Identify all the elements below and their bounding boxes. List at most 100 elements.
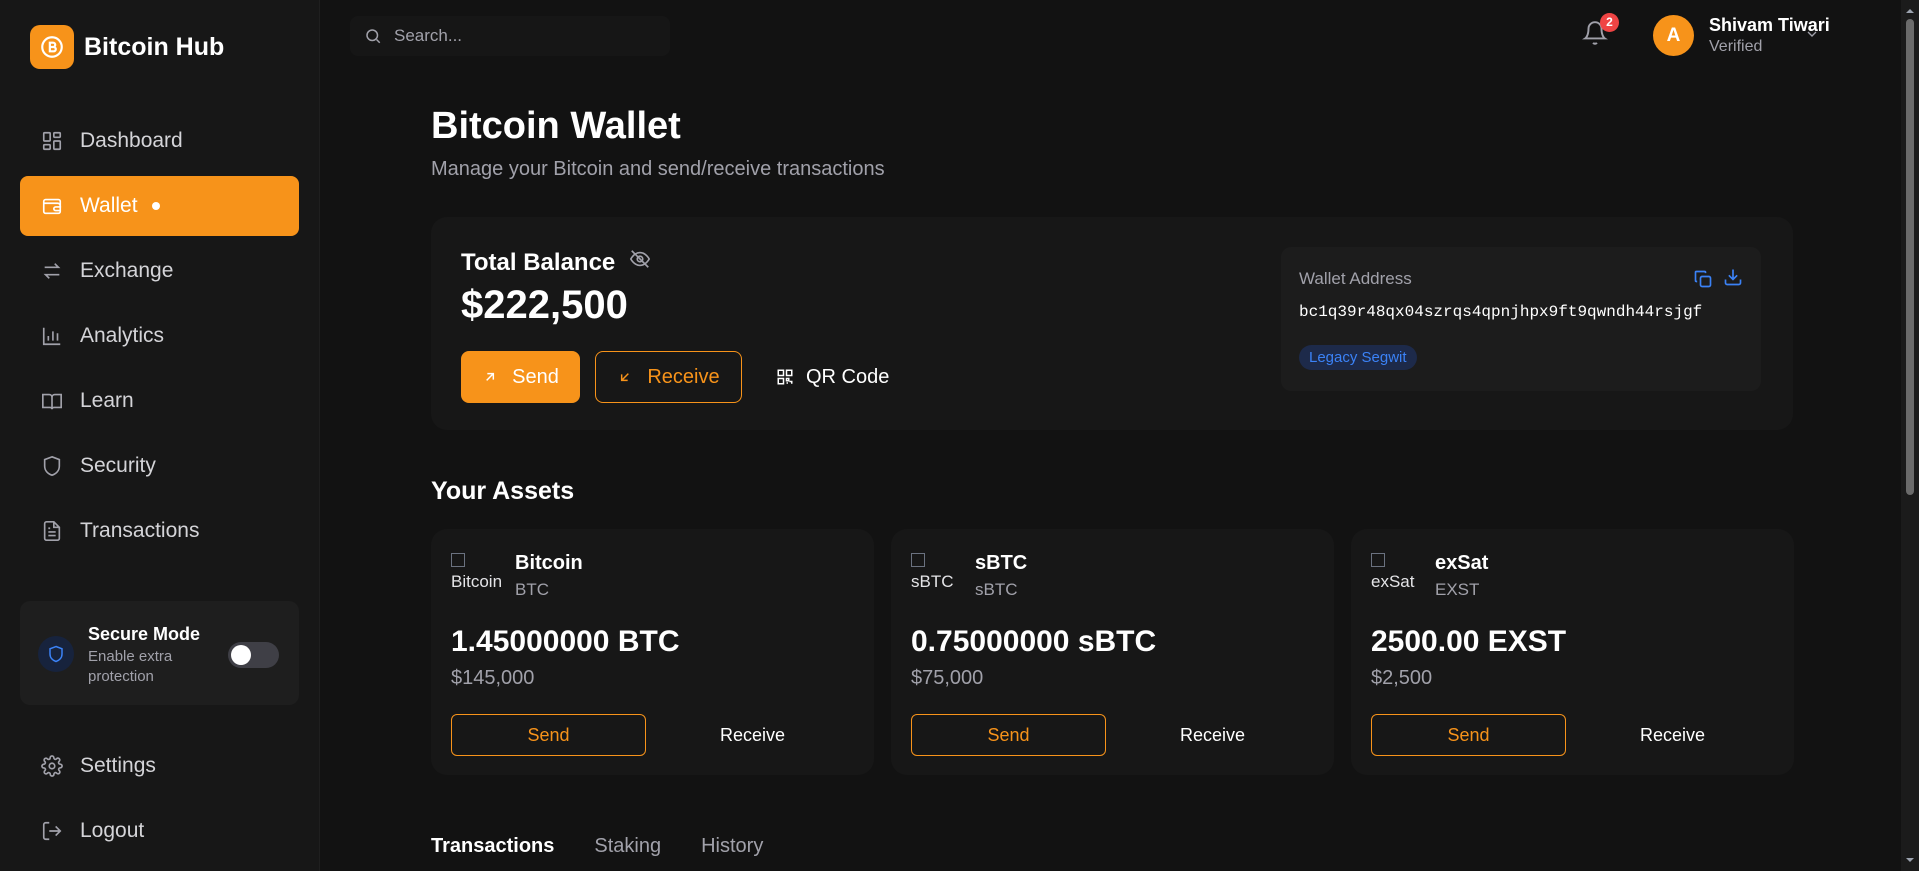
brand[interactable]: Bitcoin Hub bbox=[30, 25, 224, 69]
bar-chart-icon bbox=[40, 324, 64, 348]
book-icon bbox=[40, 389, 64, 413]
brand-name: Bitcoin Hub bbox=[84, 32, 225, 61]
balance-card: Total Balance $222,500 Send Receive QR C… bbox=[431, 217, 1793, 430]
sidebar-item-transactions[interactable]: Transactions bbox=[20, 501, 299, 561]
secure-mode-subtitle: Enable extra protection bbox=[88, 648, 173, 685]
asset-symbol: BTC bbox=[515, 580, 549, 599]
asset-send-button[interactable]: Send bbox=[451, 714, 646, 756]
asset-card-bitcoin: Bitcoin Bitcoin BTC 1.45000000 BTC $145,… bbox=[431, 529, 874, 775]
sidebar-item-analytics[interactable]: Analytics bbox=[20, 306, 299, 366]
asset-card-exsat: exSat exSat EXST 2500.00 EXST $2,500 Sen… bbox=[1351, 529, 1794, 775]
exsat-image-icon: exSat bbox=[1371, 552, 1421, 602]
sidebar-item-label: Settings bbox=[80, 754, 156, 777]
document-icon bbox=[40, 519, 64, 543]
bitcoin-logo-icon bbox=[30, 25, 74, 69]
asset-send-button[interactable]: Send bbox=[1371, 714, 1566, 756]
sidebar: Bitcoin Hub Dashboard Wallet Exchange An… bbox=[0, 0, 320, 871]
secure-mode-title: Secure Mode bbox=[88, 624, 201, 644]
address-type-badge: Legacy Segwit bbox=[1299, 345, 1417, 370]
arrow-up-right-icon bbox=[482, 369, 498, 385]
sidebar-item-security[interactable]: Security bbox=[20, 436, 299, 496]
tab-staking[interactable]: Staking bbox=[594, 835, 661, 858]
asset-amount: 2500.00 EXST bbox=[1371, 625, 1567, 658]
grid-icon bbox=[40, 129, 64, 153]
qr-code-button-label: QR Code bbox=[806, 365, 890, 388]
sidebar-item-label: Exchange bbox=[80, 259, 174, 282]
copy-icon[interactable] bbox=[1693, 269, 1713, 294]
receive-button-label: Receive bbox=[647, 365, 720, 388]
search-box[interactable] bbox=[350, 16, 670, 56]
asset-receive-button[interactable]: Receive bbox=[1575, 714, 1770, 756]
sidebar-item-label: Wallet bbox=[80, 194, 138, 217]
asset-receive-button[interactable]: Receive bbox=[1115, 714, 1310, 756]
asset-usd-value: $145,000 bbox=[451, 667, 535, 689]
sidebar-item-dashboard[interactable]: Dashboard bbox=[20, 111, 299, 171]
qr-code-button[interactable]: QR Code bbox=[776, 351, 906, 403]
shield-icon bbox=[40, 454, 64, 478]
total-balance-label: Total Balance bbox=[461, 248, 651, 277]
wallet-address-label: Wallet Address bbox=[1299, 269, 1412, 288]
sbtc-image-icon: sBTC bbox=[911, 552, 961, 602]
receive-button[interactable]: Receive bbox=[595, 351, 742, 403]
asset-usd-value: $2,500 bbox=[1371, 667, 1433, 689]
asset-name: Bitcoin bbox=[515, 552, 583, 574]
asset-receive-button[interactable]: Receive bbox=[655, 714, 850, 756]
secure-mode-toggle[interactable] bbox=[228, 642, 279, 668]
tab-history[interactable]: History bbox=[701, 835, 763, 858]
asset-amount: 0.75000000 sBTC bbox=[911, 625, 1157, 658]
sidebar-item-settings[interactable]: Settings bbox=[20, 736, 299, 796]
assets-title: Your Assets bbox=[431, 477, 575, 505]
arrows-exchange-icon bbox=[40, 259, 64, 283]
bitcoin-image-icon: Bitcoin bbox=[451, 552, 501, 602]
topbar: 2 A Shivam Tiwari Verified bbox=[320, 0, 1900, 72]
sidebar-item-label: Dashboard bbox=[80, 129, 183, 152]
send-button-label: Send bbox=[512, 365, 559, 388]
page-scrollbar[interactable] bbox=[1901, 0, 1919, 871]
asset-symbol: EXST bbox=[1435, 580, 1480, 599]
asset-symbol: sBTC bbox=[975, 580, 1018, 599]
page-title: Bitcoin Wallet bbox=[431, 105, 681, 147]
send-button[interactable]: Send bbox=[461, 351, 580, 403]
scroll-down-arrow-icon[interactable] bbox=[1905, 852, 1915, 870]
page-subtitle: Manage your Bitcoin and send/receive tra… bbox=[431, 158, 885, 180]
eye-off-icon[interactable] bbox=[629, 248, 651, 277]
wallet-address-value[interactable]: bc1q39r48qx04szrqs4qpnjhpx9ft9qwndh44rsj… bbox=[1299, 303, 1702, 321]
asset-name: exSat bbox=[1435, 552, 1489, 574]
scrollbar-thumb[interactable] bbox=[1906, 19, 1914, 495]
asset-usd-value: $75,000 bbox=[911, 667, 984, 689]
sidebar-item-label: Analytics bbox=[80, 324, 165, 347]
search-input[interactable] bbox=[394, 26, 654, 46]
avatar[interactable]: A bbox=[1653, 15, 1694, 56]
sidebar-item-label: Security bbox=[80, 454, 156, 477]
asset-card-sbtc: sBTC sBTC sBTC 0.75000000 sBTC $75,000 S… bbox=[891, 529, 1334, 775]
wallet-tabs: Transactions Staking History bbox=[431, 835, 803, 858]
asset-name: sBTC bbox=[975, 552, 1028, 574]
sidebar-item-logout[interactable]: Logout bbox=[20, 801, 299, 861]
toggle-knob bbox=[231, 645, 251, 665]
logout-icon bbox=[40, 819, 64, 843]
download-icon[interactable] bbox=[1723, 267, 1743, 292]
total-balance-text: Total Balance bbox=[461, 248, 616, 276]
notification-count-badge: 2 bbox=[1600, 13, 1619, 32]
sidebar-item-label: Learn bbox=[80, 389, 134, 412]
total-balance-value: $222,500 bbox=[461, 283, 628, 327]
arrow-down-left-icon bbox=[617, 369, 633, 385]
sidebar-item-exchange[interactable]: Exchange bbox=[20, 241, 299, 301]
search-icon bbox=[364, 27, 382, 45]
sidebar-item-label: Logout bbox=[80, 819, 145, 842]
tab-transactions[interactable]: Transactions bbox=[431, 835, 554, 858]
sidebar-item-learn[interactable]: Learn bbox=[20, 371, 299, 431]
active-indicator-dot bbox=[151, 202, 160, 210]
chevron-down-icon[interactable] bbox=[1804, 26, 1820, 47]
wallet-icon bbox=[40, 194, 64, 218]
wallet-address-box: Wallet Address bc1q39r48qx04szrqs4qpnjhp… bbox=[1281, 247, 1761, 391]
sidebar-item-wallet[interactable]: Wallet bbox=[20, 176, 299, 236]
sidebar-item-label: Transactions bbox=[80, 519, 200, 542]
qr-code-icon bbox=[776, 368, 794, 386]
secure-mode-card: Secure Mode Enable extra protection bbox=[20, 601, 299, 705]
user-status: Verified bbox=[1709, 38, 1763, 55]
gear-icon bbox=[40, 754, 64, 778]
shield-icon bbox=[38, 636, 74, 672]
asset-send-button[interactable]: Send bbox=[911, 714, 1106, 756]
asset-amount: 1.45000000 BTC bbox=[451, 625, 680, 658]
